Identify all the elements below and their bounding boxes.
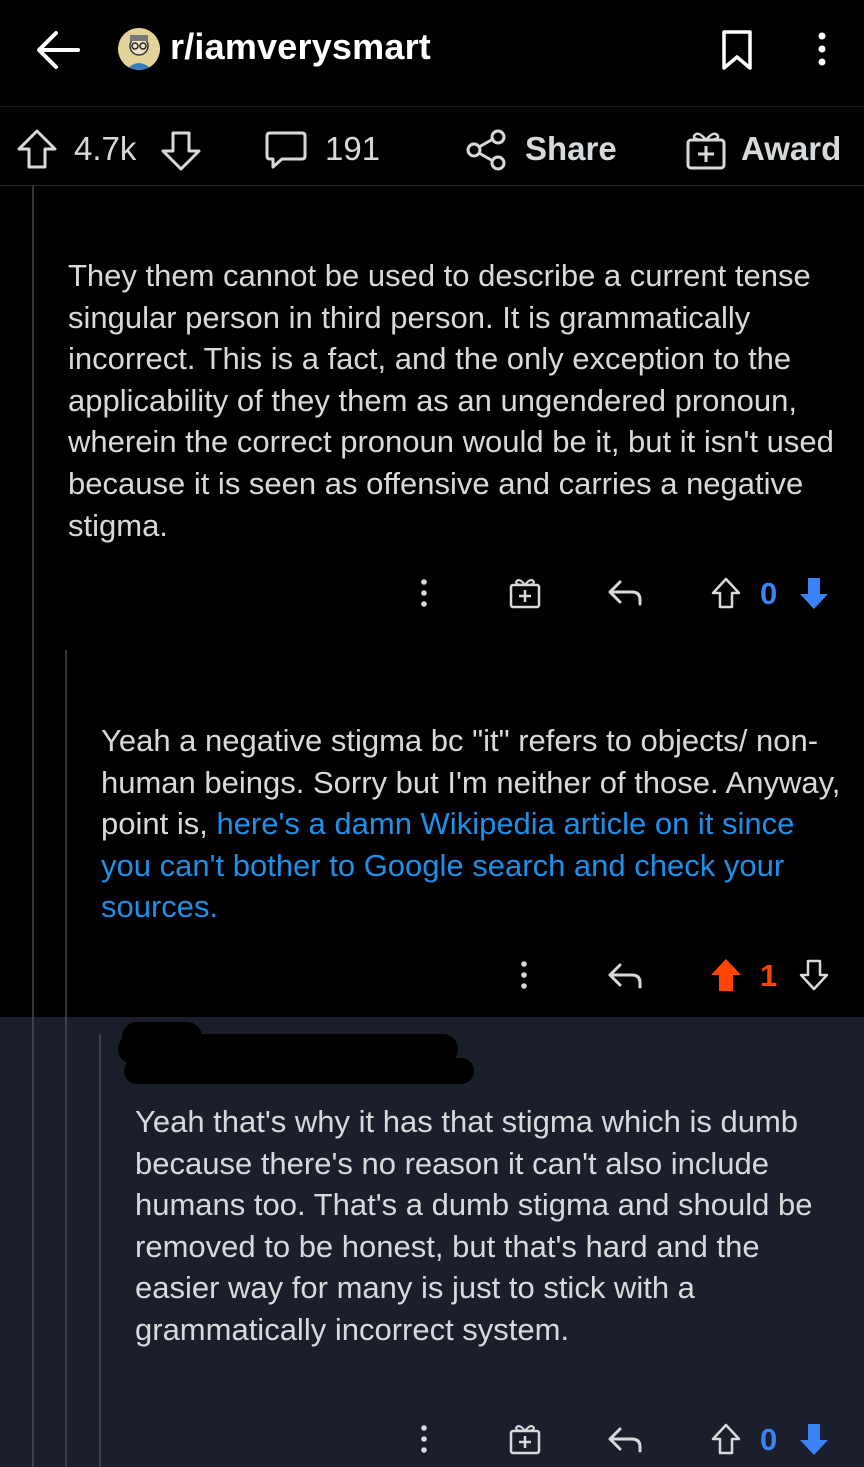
subreddit-name[interactable]: r/iamverysmart — [170, 26, 431, 68]
more-vert-icon[interactable] — [810, 30, 834, 70]
upvote-icon[interactable] — [708, 957, 744, 993]
comment-score: 1 — [760, 958, 778, 993]
award-icon[interactable] — [508, 1422, 542, 1456]
thread-line[interactable] — [32, 1017, 34, 1467]
downvote-icon[interactable] — [798, 575, 830, 611]
downvote-icon[interactable] — [798, 958, 830, 992]
downvote-icon[interactable] — [798, 1421, 830, 1457]
award-icon[interactable] — [508, 576, 542, 610]
thread-line[interactable] — [65, 1017, 67, 1467]
subreddit-avatar-icon[interactable] — [118, 28, 160, 70]
reply-icon[interactable] — [606, 961, 644, 989]
thread-line[interactable] — [99, 1034, 101, 1467]
comment-body: They them cannot be used to describe a c… — [68, 258, 834, 543]
award-button[interactable]: Award — [741, 130, 841, 168]
upvote-icon[interactable] — [710, 576, 742, 610]
award-icon[interactable] — [684, 128, 728, 172]
more-options-icon[interactable] — [516, 960, 532, 990]
post-score: 4.7k — [74, 130, 137, 167]
thread-line[interactable] — [32, 186, 34, 1017]
comment-icon[interactable] — [264, 128, 308, 172]
redacted-username — [124, 1058, 474, 1084]
share-button[interactable]: Share — [525, 130, 617, 168]
share-icon[interactable] — [464, 128, 508, 172]
thread-line[interactable] — [65, 650, 67, 1017]
comment-score: 0 — [760, 1422, 778, 1457]
more-options-icon[interactable] — [416, 578, 432, 608]
reply-icon[interactable] — [606, 578, 644, 606]
reply-icon[interactable] — [606, 1425, 644, 1453]
downvote-icon[interactable] — [160, 130, 202, 172]
more-options-icon[interactable] — [416, 1424, 432, 1454]
comment-body: Yeah that's why it has that stigma which… — [135, 1104, 813, 1347]
upvote-icon[interactable] — [16, 128, 58, 170]
upvote-icon[interactable] — [710, 1422, 742, 1456]
comment-count[interactable]: 191 — [325, 130, 380, 168]
comment-score: 0 — [760, 576, 778, 611]
comment-body: Yeah a negative stigma bc "it" refers to… — [101, 720, 851, 928]
bookmark-icon[interactable] — [720, 28, 754, 72]
back-arrow-icon[interactable] — [34, 28, 82, 72]
